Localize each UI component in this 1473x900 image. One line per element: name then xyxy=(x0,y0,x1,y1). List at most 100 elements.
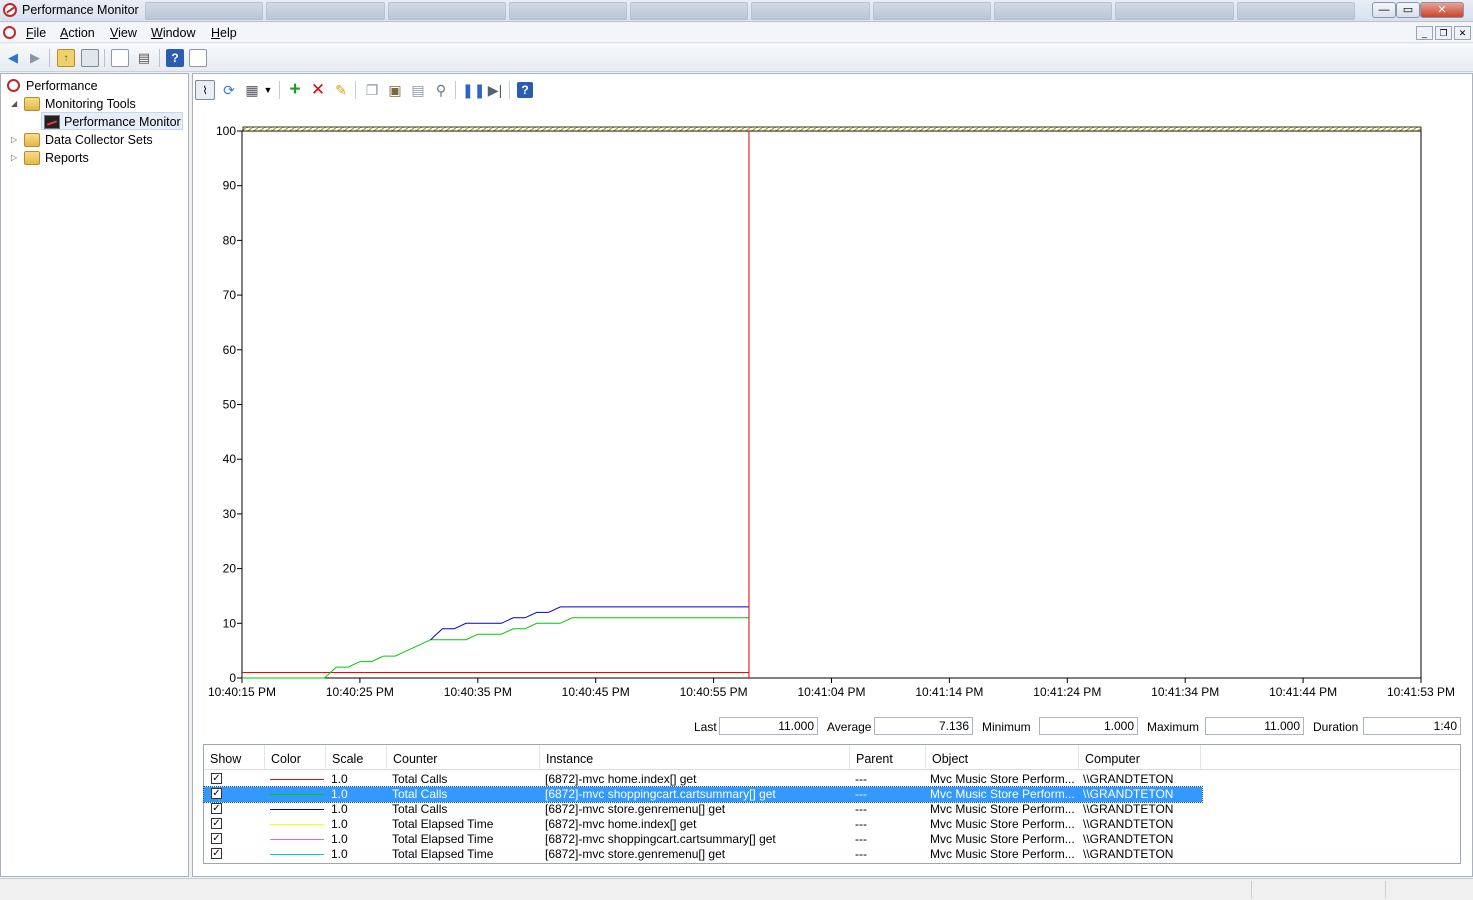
color-swatch xyxy=(270,794,324,795)
last-label: Last xyxy=(694,720,717,734)
y-tick-label: 50 xyxy=(223,398,237,412)
maximum-label: Maximum xyxy=(1147,720,1200,734)
color-swatch xyxy=(270,779,324,780)
duration-value-field: 1:40 xyxy=(1363,717,1461,735)
y-tick-label: 90 xyxy=(223,179,237,193)
column-header-instance[interactable]: Instance xyxy=(540,745,850,770)
last-value-field: 11.000 xyxy=(719,717,818,735)
column-header-counter[interactable]: Counter xyxy=(387,745,540,770)
legend-cell-scale: 1.0 xyxy=(331,787,348,801)
legend-cell-counter: Total Elapsed Time xyxy=(392,847,494,861)
show-checkbox[interactable]: ✓ xyxy=(211,833,222,844)
legend-cell-scale: 1.0 xyxy=(331,832,348,846)
x-tick-label: 10:41:04 PM xyxy=(797,685,865,699)
legend-cell-instance: [6872]-mvc home.index[] get xyxy=(545,772,697,786)
legend-cell-computer: \\GRANDTETON xyxy=(1083,817,1174,831)
color-swatch xyxy=(270,854,324,855)
y-tick-label: 40 xyxy=(223,452,237,466)
legend-cell-object: Mvc Music Store Perform... xyxy=(930,817,1075,831)
x-tick-label: 10:40:25 PM xyxy=(326,685,394,699)
duration-label: Duration xyxy=(1313,720,1359,734)
x-tick-label: 10:40:35 PM xyxy=(444,685,512,699)
column-header-object[interactable]: Object xyxy=(926,745,1079,770)
y-tick-label: 80 xyxy=(223,233,237,247)
legend-row[interactable]: ✓ 1.0 Total Elapsed Time [6872]-mvc store.g… xyxy=(204,847,1202,862)
average-label: Average xyxy=(827,720,872,734)
column-header-show[interactable]: Show xyxy=(204,745,265,770)
minimum-label: Minimum xyxy=(982,720,1031,734)
x-tick-label: 10:41:53 PM xyxy=(1387,685,1455,699)
legend-cell-scale: 1.0 xyxy=(331,772,348,786)
legend-cell-instance: [6872]-mvc shoppingcart.cartsummary[] ge… xyxy=(545,787,776,801)
show-checkbox[interactable]: ✓ xyxy=(211,803,222,814)
legend-cell-parent: --- xyxy=(855,772,867,786)
legend-cell-parent: --- xyxy=(855,832,867,846)
legend-row[interactable]: ✓ 1.0 Total Calls [6872]-mvc shoppingcart.c… xyxy=(203,786,1203,803)
legend-cell-counter: Total Calls xyxy=(392,787,448,801)
color-swatch xyxy=(270,824,324,825)
legend-row[interactable]: ✓ 1.0 Total Calls [6872]-mvc home.index[] g… xyxy=(204,772,1202,787)
legend-row[interactable]: ✓ 1.0 Total Elapsed Time [6872]-mvc shoppin… xyxy=(204,832,1202,847)
y-tick-label: 70 xyxy=(223,288,237,302)
legend-cell-parent: --- xyxy=(855,847,867,861)
column-header-scale[interactable]: Scale xyxy=(326,745,387,770)
x-tick-label: 10:40:55 PM xyxy=(680,685,748,699)
minimum-value-field: 1.000 xyxy=(1039,717,1138,735)
show-checkbox[interactable]: ✓ xyxy=(211,818,222,829)
legend-cell-counter: Total Elapsed Time xyxy=(392,817,494,831)
legend-cell-object: Mvc Music Store Perform... xyxy=(930,847,1075,861)
legend-cell-scale: 1.0 xyxy=(331,847,348,861)
legend-cell-scale: 1.0 xyxy=(331,817,348,831)
maximum-value-field: 11.000 xyxy=(1205,717,1304,735)
legend-cell-instance: [6872]-mvc shoppingcart.cartsummary[] ge… xyxy=(545,832,776,846)
legend-cell-parent: --- xyxy=(855,817,867,831)
legend-cell-computer: \\GRANDTETON xyxy=(1083,847,1174,861)
show-checkbox[interactable]: ✓ xyxy=(211,773,222,784)
average-value-field: 7.136 xyxy=(874,717,973,735)
overflow-band xyxy=(242,126,1422,132)
legend-cell-scale: 1.0 xyxy=(331,802,348,816)
legend-cell-instance: [6872]-mvc store.genremenu[] get xyxy=(545,802,726,816)
legend-cell-counter: Total Elapsed Time xyxy=(392,832,494,846)
legend-header: Show Color Scale Counter Instance Parent… xyxy=(204,745,1460,770)
legend-cell-computer: \\GRANDTETON xyxy=(1083,802,1174,816)
y-tick-label: 0 xyxy=(229,671,236,685)
color-swatch xyxy=(270,839,324,840)
show-checkbox[interactable]: ✓ xyxy=(211,788,222,799)
y-tick-label: 30 xyxy=(223,507,237,521)
status-bar xyxy=(0,878,1473,900)
plot-area xyxy=(241,130,1422,679)
counter-legend-table: Show Color Scale Counter Instance Parent… xyxy=(203,744,1461,864)
legend-cell-counter: Total Calls xyxy=(392,802,448,816)
legend-cell-computer: \\GRANDTETON xyxy=(1083,772,1174,786)
status-divider xyxy=(1385,881,1386,899)
legend-cell-object: Mvc Music Store Perform... xyxy=(930,832,1075,846)
legend-row[interactable]: ✓ 1.0 Total Elapsed Time [6872]-mvc home.in… xyxy=(204,817,1202,832)
legend-cell-object: Mvc Music Store Perform... xyxy=(930,787,1075,801)
column-header-color[interactable]: Color xyxy=(265,745,326,770)
color-swatch xyxy=(270,809,324,810)
legend-cell-parent: --- xyxy=(855,787,867,801)
legend-cell-computer: \\GRANDTETON xyxy=(1083,832,1174,846)
x-tick-label: 10:40:15 PM xyxy=(208,685,276,699)
legend-cell-parent: --- xyxy=(855,802,867,816)
column-header-computer[interactable]: Computer xyxy=(1079,745,1201,770)
y-tick-label: 10 xyxy=(223,616,237,630)
legend-cell-counter: Total Calls xyxy=(392,772,448,786)
legend-cell-instance: [6872]-mvc store.genremenu[] get xyxy=(545,847,726,861)
status-divider xyxy=(1251,881,1252,899)
x-tick-label: 10:40:45 PM xyxy=(562,685,630,699)
legend-cell-object: Mvc Music Store Perform... xyxy=(930,772,1075,786)
x-tick-label: 10:41:44 PM xyxy=(1269,685,1337,699)
y-tick-label: 60 xyxy=(223,343,237,357)
show-checkbox[interactable]: ✓ xyxy=(211,848,222,859)
column-header-parent[interactable]: Parent xyxy=(850,745,926,770)
y-tick-label: 100 xyxy=(216,124,236,138)
x-tick-label: 10:41:14 PM xyxy=(915,685,983,699)
legend-row[interactable]: ✓ 1.0 Total Calls [6872]-mvc store.genremen… xyxy=(204,802,1202,817)
legend-cell-object: Mvc Music Store Perform... xyxy=(930,802,1075,816)
legend-cell-computer: \\GRANDTETON xyxy=(1083,787,1174,801)
x-tick-label: 10:41:24 PM xyxy=(1033,685,1101,699)
y-tick-label: 20 xyxy=(223,562,237,576)
x-tick-label: 10:41:34 PM xyxy=(1151,685,1219,699)
